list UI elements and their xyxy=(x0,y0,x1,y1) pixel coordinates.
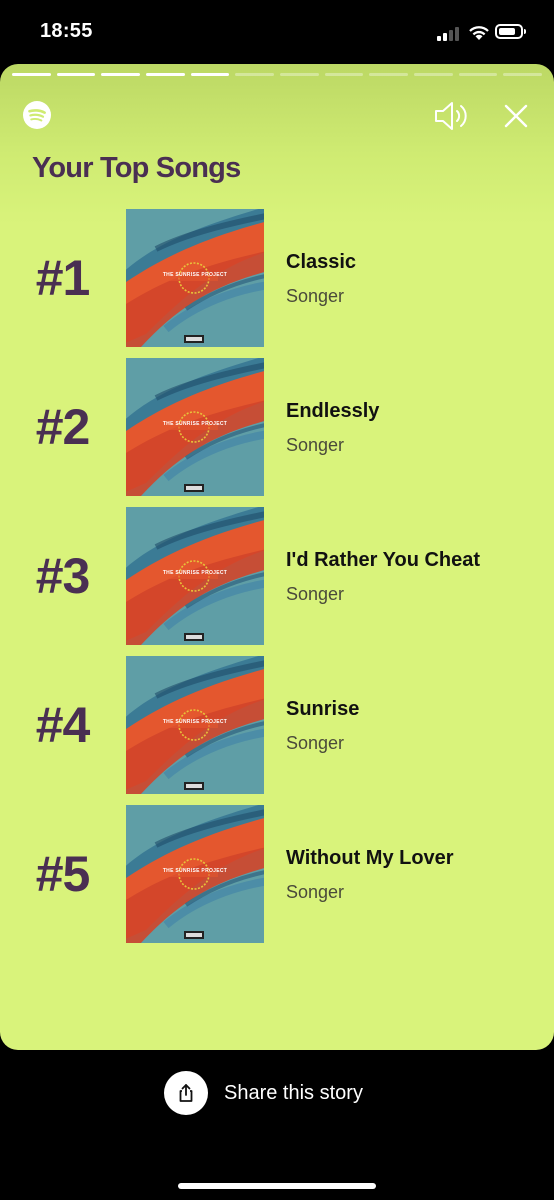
progress-segment xyxy=(280,73,319,76)
progress-segment xyxy=(235,73,275,76)
share-story-button[interactable]: Share this story xyxy=(164,1071,363,1115)
share-label[interactable]: Share this story xyxy=(224,1082,363,1105)
album-cover-text: THE SUNRISE PROJECT xyxy=(162,421,228,427)
song-artist: Songer xyxy=(286,882,345,902)
song-rank: #4 xyxy=(35,697,91,753)
album-cover-text: THE SUNRISE PROJECT xyxy=(162,719,228,725)
album-cover[interactable]: THE SUNRISE PROJECT xyxy=(126,358,264,496)
song-row[interactable]: #1 THE SUNRISE PROJECT Classic Songer xyxy=(0,209,554,347)
song-rank: #3 xyxy=(35,548,91,604)
speaker-icon[interactable] xyxy=(432,100,472,132)
wifi-icon xyxy=(469,26,489,40)
album-cover-art xyxy=(126,805,264,943)
song-row[interactable]: #4 THE SUNRISE PROJECT Sunrise Songer xyxy=(0,656,554,794)
album-cover-text: THE SUNRISE PROJECT xyxy=(162,272,228,278)
song-artist: Songer xyxy=(286,584,345,604)
progress-segment xyxy=(56,73,96,76)
close-icon[interactable] xyxy=(500,100,532,132)
song-row[interactable]: #2 THE SUNRISE PROJECT Endlessly Songer xyxy=(0,358,554,496)
progress-segment xyxy=(101,73,141,76)
album-cover-text: THE SUNRISE PROJECT xyxy=(162,868,228,874)
home-indicator[interactable] xyxy=(178,1183,376,1189)
share-button-circle[interactable] xyxy=(164,1071,208,1115)
story-progress-bar xyxy=(12,73,543,77)
album-cover-art xyxy=(126,209,264,347)
status-bar: 18:55 xyxy=(0,0,554,64)
share-icon xyxy=(179,1084,193,1102)
spotify-logo-icon xyxy=(23,101,51,129)
song-row[interactable]: #5 THE SUNRISE PROJECT Without My Lover … xyxy=(0,805,554,943)
song-artist: Songer xyxy=(286,733,345,753)
song-title: I'd Rather You Cheat xyxy=(286,549,481,571)
status-time: 18:55 xyxy=(40,20,93,42)
album-cover-art xyxy=(126,358,264,496)
song-title: Sunrise xyxy=(286,698,360,720)
album-cover[interactable]: THE SUNRISE PROJECT xyxy=(126,805,264,943)
song-rank: #5 xyxy=(35,846,91,902)
progress-segment xyxy=(12,73,51,76)
progress-segment xyxy=(458,73,498,76)
song-artist: Songer xyxy=(286,286,345,306)
cellular-signal-icon xyxy=(437,27,463,41)
song-artist: Songer xyxy=(286,435,345,455)
story-card[interactable]: Your Top Songs #1 THE SUNRISE PROJECT Cl… xyxy=(0,64,554,1050)
progress-segment xyxy=(414,73,453,76)
song-title: Endlessly xyxy=(286,400,380,422)
progress-segment xyxy=(369,73,409,76)
story-title: Your Top Songs xyxy=(32,152,241,184)
album-cover-art xyxy=(126,507,264,645)
album-cover[interactable]: THE SUNRISE PROJECT xyxy=(126,507,264,645)
album-cover[interactable]: THE SUNRISE PROJECT xyxy=(126,209,264,347)
album-cover-text: THE SUNRISE PROJECT xyxy=(162,570,228,576)
album-cover-art xyxy=(126,656,264,794)
album-cover[interactable]: THE SUNRISE PROJECT xyxy=(126,656,264,794)
battery-icon xyxy=(495,24,526,39)
progress-segment xyxy=(503,73,543,76)
song-title: Without My Lover xyxy=(286,847,454,869)
song-title: Classic xyxy=(286,251,357,273)
song-rank: #2 xyxy=(35,399,91,455)
song-rank: #1 xyxy=(35,250,91,306)
progress-segment xyxy=(190,73,230,76)
progress-segment xyxy=(146,73,185,76)
progress-segment xyxy=(324,73,364,76)
song-row[interactable]: #3 THE SUNRISE PROJECT I'd Rather You Ch… xyxy=(0,507,554,645)
